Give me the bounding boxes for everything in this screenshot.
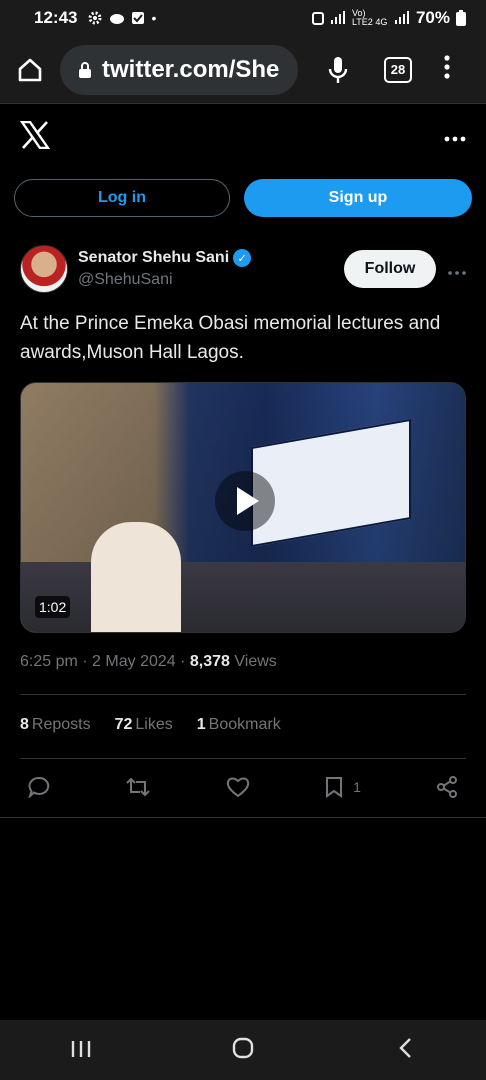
bookmark-icon — [326, 777, 343, 798]
author-handle[interactable]: @ShehuSani — [78, 271, 251, 289]
check-box-icon — [132, 12, 145, 24]
recents-icon — [71, 1040, 91, 1057]
back-icon — [399, 1037, 411, 1058]
signal-icon — [330, 11, 345, 24]
battery-icon — [456, 10, 466, 26]
reply-icon — [28, 776, 50, 798]
home-nav-icon — [232, 1037, 254, 1058]
system-nav-bar — [0, 1020, 486, 1080]
author-name-row[interactable]: Senator Shehu Sani ✓ — [78, 249, 252, 267]
home-button[interactable] — [0, 57, 60, 83]
x-header — [0, 104, 486, 166]
likes-stat[interactable]: 72 Likes — [115, 716, 173, 734]
video-frame-floor — [21, 562, 465, 632]
like-icon — [226, 777, 250, 798]
tweet-meta: 6:25 pm · 2 May 2024 · 8,378 Views — [20, 653, 277, 671]
play-button[interactable] — [215, 471, 275, 531]
video-duration: 1:02 — [35, 596, 71, 618]
tweet-time[interactable]: 6:25 pm — [20, 653, 78, 670]
home-icon — [18, 58, 42, 81]
like-button[interactable] — [226, 776, 250, 798]
login-button[interactable]: Log in — [14, 179, 230, 217]
recents-button[interactable] — [51, 1035, 111, 1066]
reply-button[interactable] — [28, 776, 50, 798]
reposts-label: Reposts — [31, 716, 91, 733]
views-count: 8,378 — [189, 653, 230, 670]
follow-button[interactable]: Follow — [344, 250, 436, 288]
tweet-actions: 1 — [28, 770, 458, 804]
status-time: 12:43 — [34, 8, 78, 27]
bookmarks-count: 1 — [196, 716, 206, 733]
signal-icon-2 — [394, 11, 409, 24]
menu-icon — [444, 55, 450, 79]
cloud-icon — [110, 14, 125, 24]
home-nav-button[interactable] — [213, 1035, 273, 1066]
bookmarks-label: Bookmark — [208, 716, 281, 733]
author-info: Senator Shehu Sani ✓ @ShehuSani — [78, 249, 252, 289]
tweet-date[interactable]: 2 May 2024 — [92, 653, 176, 670]
repost-icon — [126, 777, 150, 797]
share-button[interactable] — [436, 776, 458, 798]
x-logo-icon[interactable] — [20, 121, 50, 149]
mic-icon — [328, 56, 348, 83]
likes-count: 72 — [114, 716, 133, 733]
likes-label: Likes — [135, 716, 173, 733]
reposts-stat[interactable]: 8 Reposts — [20, 716, 91, 734]
verified-icon: ✓ — [233, 249, 252, 267]
bookmark-button[interactable]: 1 — [325, 776, 361, 798]
signup-button[interactable]: Sign up — [244, 179, 472, 217]
divider — [20, 694, 466, 695]
tweet-stats: 8 Reposts 72 Likes 1 Bookmark — [20, 716, 281, 734]
divider — [0, 817, 486, 818]
meta-separator: · — [180, 653, 190, 670]
share-icon — [436, 776, 457, 798]
video-frame-screen — [251, 418, 411, 548]
url-text: twitter.com/She — [102, 55, 280, 83]
notification-icons: • — [87, 10, 156, 26]
dot-icon: • — [151, 10, 157, 26]
author-name: Senator Shehu Sani — [78, 249, 230, 266]
alarm-icon — [311, 12, 324, 25]
status-bar: 12:43 • Vo) LTE2 4G 70% — [0, 0, 486, 36]
settings-icon — [88, 11, 102, 25]
battery-level: 70% — [415, 8, 450, 27]
lock-icon — [79, 61, 91, 78]
video-frame-person — [91, 522, 181, 632]
views-label: Views — [234, 653, 277, 670]
tweet-author: Senator Shehu Sani ✓ @ShehuSani Follow — [20, 242, 466, 296]
tweet-video[interactable]: 1:02 — [20, 382, 466, 633]
divider — [20, 758, 466, 759]
reposts-count: 8 — [20, 716, 29, 733]
repost-button[interactable] — [125, 776, 151, 798]
network-label: Vo) LTE2 4G — [351, 8, 388, 27]
browser-menu-button[interactable] — [444, 55, 450, 84]
auth-buttons: Log in Sign up — [14, 179, 472, 217]
tweet-more-icon[interactable] — [448, 259, 466, 280]
play-icon — [237, 487, 259, 515]
avatar[interactable] — [20, 245, 68, 293]
tweet-text: At the Prince Emeka Obasi memorial lectu… — [20, 313, 441, 363]
voice-search-button[interactable] — [298, 56, 378, 84]
address-bar[interactable]: twitter.com/She — [60, 44, 298, 95]
bookmarks-stat[interactable]: 1 Bookmark — [197, 716, 281, 734]
tabs-button[interactable]: 28 — [384, 56, 412, 83]
browser-toolbar: twitter.com/She 28 — [0, 36, 486, 104]
more-icon[interactable] — [444, 122, 466, 148]
status-right: Vo) LTE2 4G 70% — [311, 8, 466, 28]
meta-separator: · — [82, 653, 93, 670]
bookmark-count: 1 — [353, 779, 361, 795]
back-button[interactable] — [375, 1035, 435, 1066]
